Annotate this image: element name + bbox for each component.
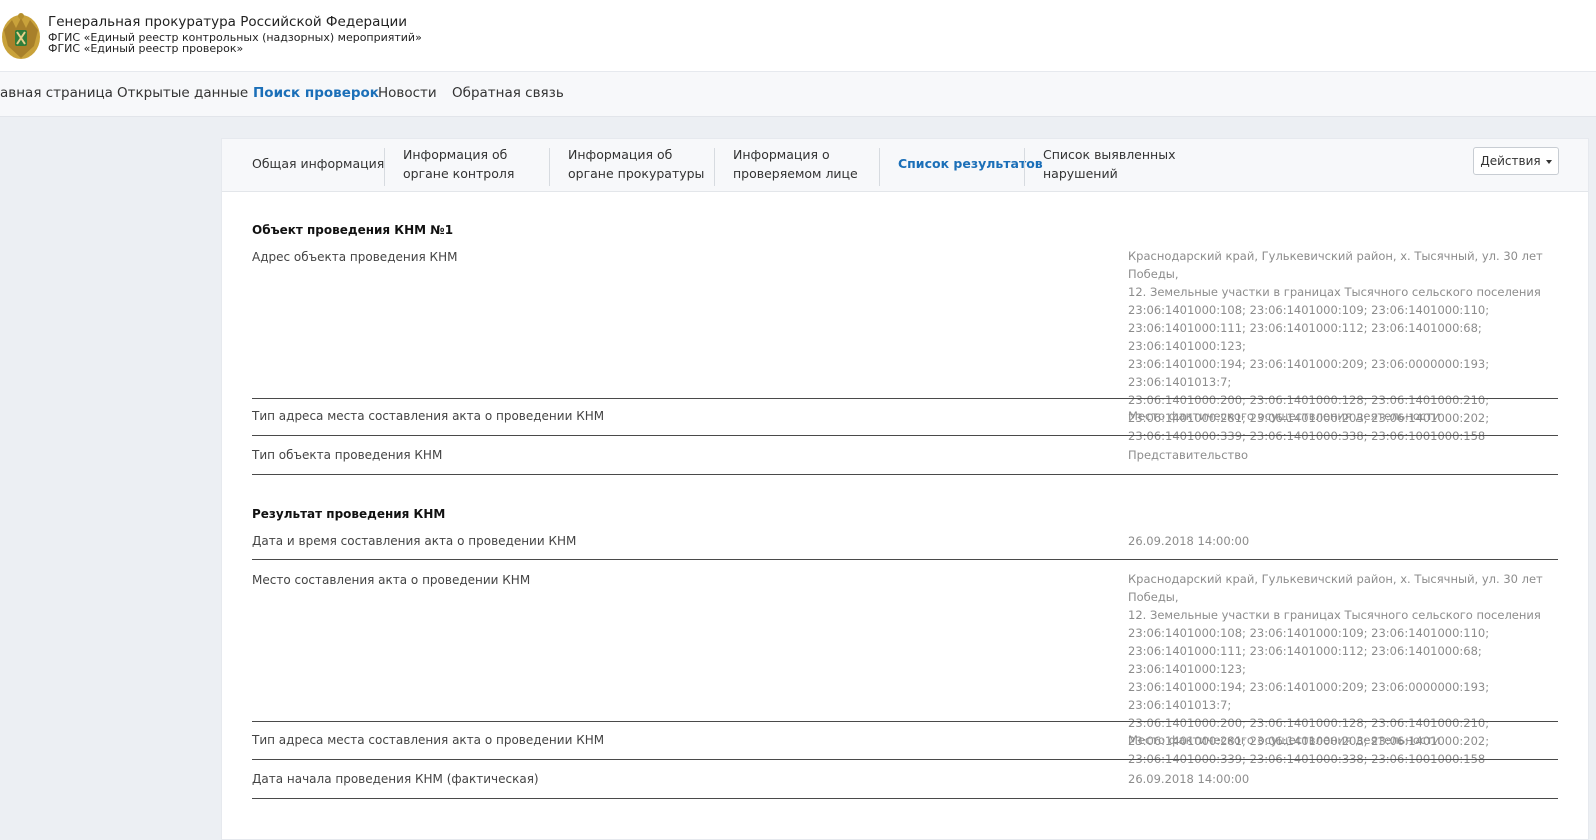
nav-main-page[interactable]: авная страница — [0, 85, 113, 101]
tab-general-info[interactable]: Общая информация — [252, 154, 384, 173]
tab-prosecutor-body-line2: органе прокуратуры — [568, 166, 705, 181]
tab-violations-list-line2: нарушений — [1043, 166, 1118, 181]
value-line: 23:06:1401000:194; 23:06:1401000:209; 23… — [1128, 680, 1490, 712]
tab-divider — [879, 148, 880, 186]
act-datetime-value: 26.09.2018 14:00:00 — [1128, 534, 1250, 548]
act-address-type-value: Место фактического осуществления деятель… — [1128, 409, 1441, 423]
tab-control-body-line2: органе контроля — [403, 166, 515, 181]
main-navigation: авная страница Открытые данные Поиск про… — [0, 71, 1596, 117]
nav-feedback[interactable]: Обратная связь — [452, 85, 564, 101]
tab-divider — [384, 148, 385, 186]
tab-prosecutor-body[interactable]: Информация об органе прокуратуры — [568, 145, 704, 183]
caret-down-icon — [1545, 159, 1552, 164]
act-datetime-label: Дата и время составления акта о проведен… — [252, 534, 577, 548]
actual-start-date-value: 26.09.2018 14:00:00 — [1128, 772, 1250, 786]
nav-open-data[interactable]: Открытые данные — [117, 85, 248, 101]
value-line: 23:06:1401000:108; 23:06:1401000:109; 23… — [1128, 303, 1490, 317]
tab-results-list-label: Список результатов — [898, 156, 1043, 171]
row-divider — [252, 721, 1558, 722]
tab-inspected-person-line2: проверяемом лице — [733, 166, 858, 181]
value-line: 23:06:1401000:108; 23:06:1401000:109; 23… — [1128, 626, 1490, 640]
object-type-value: Представительство — [1128, 448, 1249, 462]
tab-divider — [714, 148, 715, 186]
value-line: 23:06:1401000:200; 23:06:1401000:128; 23… — [1128, 716, 1490, 730]
inspection-card: Общая информация Информация об органе ко… — [221, 138, 1589, 840]
value-line: Краснодарский край, Гулькевичский район,… — [1128, 572, 1543, 604]
tab-general-info-label: Общая информация — [252, 156, 385, 171]
value-line: 23:06:1401000:111; 23:06:1401000:112; 23… — [1128, 644, 1482, 676]
result-section-title: Результат проведения КНМ — [252, 507, 446, 521]
actions-dropdown-button[interactable]: Действия — [1473, 147, 1559, 175]
row-divider — [252, 398, 1558, 399]
tab-control-body[interactable]: Информация об органе контроля — [403, 145, 514, 183]
nav-news[interactable]: Новости — [378, 85, 437, 101]
nav-search-checks[interactable]: Поиск проверок — [253, 85, 379, 101]
system-name-checks: ФГИС «Единый реестр проверок» — [48, 42, 244, 55]
tab-control-body-line1: Информация об — [403, 147, 508, 162]
double-headed-eagle-emblem-icon[interactable] — [0, 10, 42, 62]
value-line: 12. Земельные участки в границах Тысячно… — [1128, 608, 1541, 622]
inspection-tabs: Общая информация Информация об органе ко… — [222, 139, 1588, 192]
organization-name: Генеральная прокуратура Российской Федер… — [48, 14, 408, 30]
value-line: 23:06:1401000:194; 23:06:1401000:209; 23… — [1128, 357, 1490, 389]
row-divider — [252, 474, 1558, 475]
object-address-label: Адрес объекта проведения КНМ — [252, 250, 458, 264]
tab-violations-list[interactable]: Список выявленных нарушений — [1043, 145, 1175, 183]
tab-inspected-person-line1: Информация о — [733, 147, 830, 162]
act-place-address-type-value: Место фактического осуществления деятель… — [1128, 733, 1441, 747]
tab-divider — [549, 148, 550, 186]
value-line: Краснодарский край, Гулькевичский район,… — [1128, 249, 1543, 281]
row-divider — [252, 759, 1558, 760]
tab-prosecutor-body-line1: Информация об — [568, 147, 673, 162]
tab-inspected-person[interactable]: Информация о проверяемом лице — [733, 145, 858, 183]
actual-start-date-label: Дата начала проведения КНМ (фактическая) — [252, 772, 539, 786]
row-divider — [252, 559, 1558, 560]
act-address-type-label: Тип адреса места составления акта о пров… — [252, 409, 605, 423]
object-type-label: Тип объекта проведения КНМ — [252, 448, 443, 462]
value-line: 23:06:1401000:339; 23:06:1401000:338; 23… — [1128, 429, 1486, 443]
site-header: Генеральная прокуратура Российской Федер… — [0, 0, 1596, 71]
actions-label: Действия — [1480, 154, 1541, 168]
row-divider — [252, 435, 1558, 436]
value-line: 23:06:1401000:111; 23:06:1401000:112; 23… — [1128, 321, 1482, 353]
tab-violations-list-line1: Список выявленных — [1043, 147, 1176, 162]
tab-divider — [1024, 148, 1025, 186]
act-place-address-type-label: Тип адреса места составления акта о пров… — [252, 733, 605, 747]
object-section-title: Объект проведения КНМ №1 — [252, 223, 454, 237]
row-divider — [252, 798, 1558, 799]
value-line: 12. Земельные участки в границах Тысячно… — [1128, 285, 1541, 299]
tab-results-list[interactable]: Список результатов — [898, 154, 1043, 173]
act-place-label: Место составления акта о проведении КНМ — [252, 573, 531, 587]
